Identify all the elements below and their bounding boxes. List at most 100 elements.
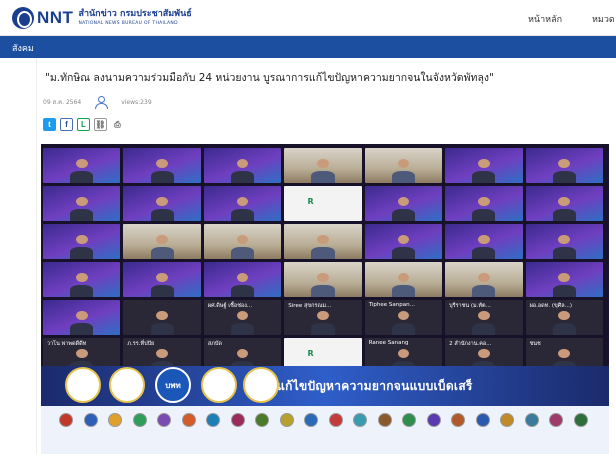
- participant-tile: [43, 148, 121, 183]
- participant-avatar: [311, 234, 335, 260]
- participant-tile: [525, 186, 603, 221]
- partner-logo-icon: [83, 413, 98, 427]
- participant-avatar: [150, 272, 174, 298]
- org-name-eng: NATIONAL NEWS BUREAU OF THAILAND: [78, 21, 178, 26]
- participant-avatar: [230, 158, 255, 184]
- partner-logo-icon: [328, 413, 343, 427]
- partner-logo-icon: [426, 413, 441, 427]
- participant-tile: [123, 262, 201, 298]
- partner-logo-icon: [206, 413, 220, 427]
- participant-name: สภบัด: [207, 341, 222, 347]
- org-name-thai: สำนักข่าว กรมประชาสัมพันธ์: [78, 9, 192, 19]
- participant-avatar: [472, 234, 496, 260]
- line-icon[interactable]: L: [77, 118, 90, 131]
- seal-logo-3: บพท: [155, 367, 191, 403]
- participant-tile: [43, 262, 121, 298]
- facebook-icon[interactable]: f: [60, 118, 73, 131]
- participant-tile: บุรีราชน (ม.ทัต...: [445, 300, 523, 335]
- participant-tile: [123, 148, 201, 184]
- participant-tile: [284, 148, 362, 184]
- seal-logo-5: [243, 367, 279, 403]
- partner-logo-icon: [475, 413, 490, 427]
- partner-logo-icon: [255, 413, 269, 427]
- nav-home[interactable]: หน้าหลัก: [528, 12, 562, 26]
- participant-tile: [364, 262, 443, 297]
- seal-logo-1: [65, 367, 101, 403]
- participant-tile: [364, 186, 443, 222]
- participant-avatar: [552, 234, 577, 260]
- organizer-logo-icon: R: [307, 196, 314, 206]
- organizer-logo-icon: R: [307, 348, 314, 358]
- video-conference-grid: R ผศ.ดิษฐ์ เชื้อช่อง... Siree สุขกรณม... Ti…: [43, 148, 603, 373]
- seal-logo-4: [201, 367, 237, 403]
- participant-avatar: [230, 272, 255, 298]
- participant-tile: [203, 224, 282, 260]
- participant-avatar: [391, 196, 416, 222]
- partner-logo-icon: [377, 413, 392, 427]
- participant-tile: [203, 262, 282, 298]
- article-card: "ม.ทักษิณ ลงนามความร่วมมือกับ 24 หน่วยงา…: [36, 58, 616, 454]
- print-icon[interactable]: ⎙: [111, 118, 124, 131]
- participant-avatar: [391, 310, 416, 336]
- article-meta: 09 ส.ค. 2564 views:239: [43, 96, 152, 109]
- participant-avatar: [150, 234, 174, 260]
- participant-name: Ranee Sanang: [368, 340, 409, 346]
- participant-tile: [445, 224, 523, 260]
- participant-tile: [203, 186, 282, 222]
- participant-tile: [364, 224, 443, 260]
- participant-tile: [445, 148, 523, 183]
- twitter-icon[interactable]: t: [43, 118, 56, 131]
- partner-logo-icon: [353, 413, 367, 427]
- participant-name: ผอ.อดท. (ขุศิล...): [529, 303, 572, 309]
- participant-avatar: [552, 158, 577, 184]
- nnt-logo[interactable]: NNT สำนักข่าว กรมประชาสัมพันธ์ NATIONAL …: [12, 6, 192, 30]
- participant-tile: ผอ.อดท. (ขุศิล...): [525, 300, 603, 335]
- share-bar: t f L ⛓ ⎙: [43, 118, 124, 131]
- participant-tile: [364, 148, 443, 183]
- participant-avatar: [70, 196, 94, 222]
- participant-avatar: [552, 272, 577, 298]
- participant-avatar: [70, 310, 94, 336]
- partner-logo-icon: [157, 413, 171, 427]
- nav-categories[interactable]: หมวด: [592, 12, 615, 26]
- participant-tile: [445, 186, 523, 222]
- participant-avatar: [70, 272, 94, 298]
- participant-avatar: [230, 196, 255, 222]
- participant-avatar: [391, 234, 416, 260]
- participant-name: Siree สุขกรณม...: [288, 303, 332, 309]
- participant-avatar: [311, 158, 335, 184]
- partner-logo-icon: [132, 413, 147, 427]
- participant-name: Tiphee Sanpan...: [368, 302, 415, 308]
- partner-logo-strip: [41, 406, 609, 454]
- section-label[interactable]: สังคม: [12, 41, 34, 55]
- participant-tile: [43, 300, 121, 336]
- participant-tile: [123, 224, 201, 260]
- participant-tile: [445, 262, 523, 297]
- participant-avatar: [150, 158, 174, 184]
- participant-tile: [284, 262, 362, 297]
- participant-tile: [43, 224, 121, 259]
- participant-tile: [43, 186, 121, 222]
- participant-tile: Siree สุขกรณม...: [284, 300, 362, 336]
- participant-avatar: [311, 310, 335, 336]
- participant-tile: [284, 224, 362, 260]
- participant-tile: [123, 186, 201, 222]
- partner-logo-icon: [451, 413, 465, 427]
- participant-avatar: [150, 196, 174, 222]
- author-icon[interactable]: [95, 96, 109, 109]
- partner-logo-icon: [279, 413, 294, 427]
- link-icon[interactable]: ⛓: [94, 118, 107, 131]
- participant-avatar: [230, 310, 255, 336]
- section-bar: สังคม: [0, 36, 616, 58]
- participant-name: วาโน พ่าพดดีดีท: [47, 341, 87, 347]
- video-player[interactable]: R ผศ.ดิษฐ์ เชื้อช่อง... Siree สุขกรณม... Ti…: [41, 144, 609, 454]
- view-count: views:239: [121, 98, 152, 106]
- participant-avatar: [472, 196, 496, 222]
- site-header: NNT สำนักข่าว กรมประชาสัมพันธ์ NATIONAL …: [0, 0, 616, 36]
- globe-icon: [12, 7, 34, 29]
- seal-logo-2: [109, 367, 145, 403]
- partner-logo-icon: [524, 413, 539, 427]
- partner-logo-icon: [402, 413, 416, 427]
- participant-avatar: [230, 234, 255, 260]
- partner-logo-icon: [549, 413, 563, 427]
